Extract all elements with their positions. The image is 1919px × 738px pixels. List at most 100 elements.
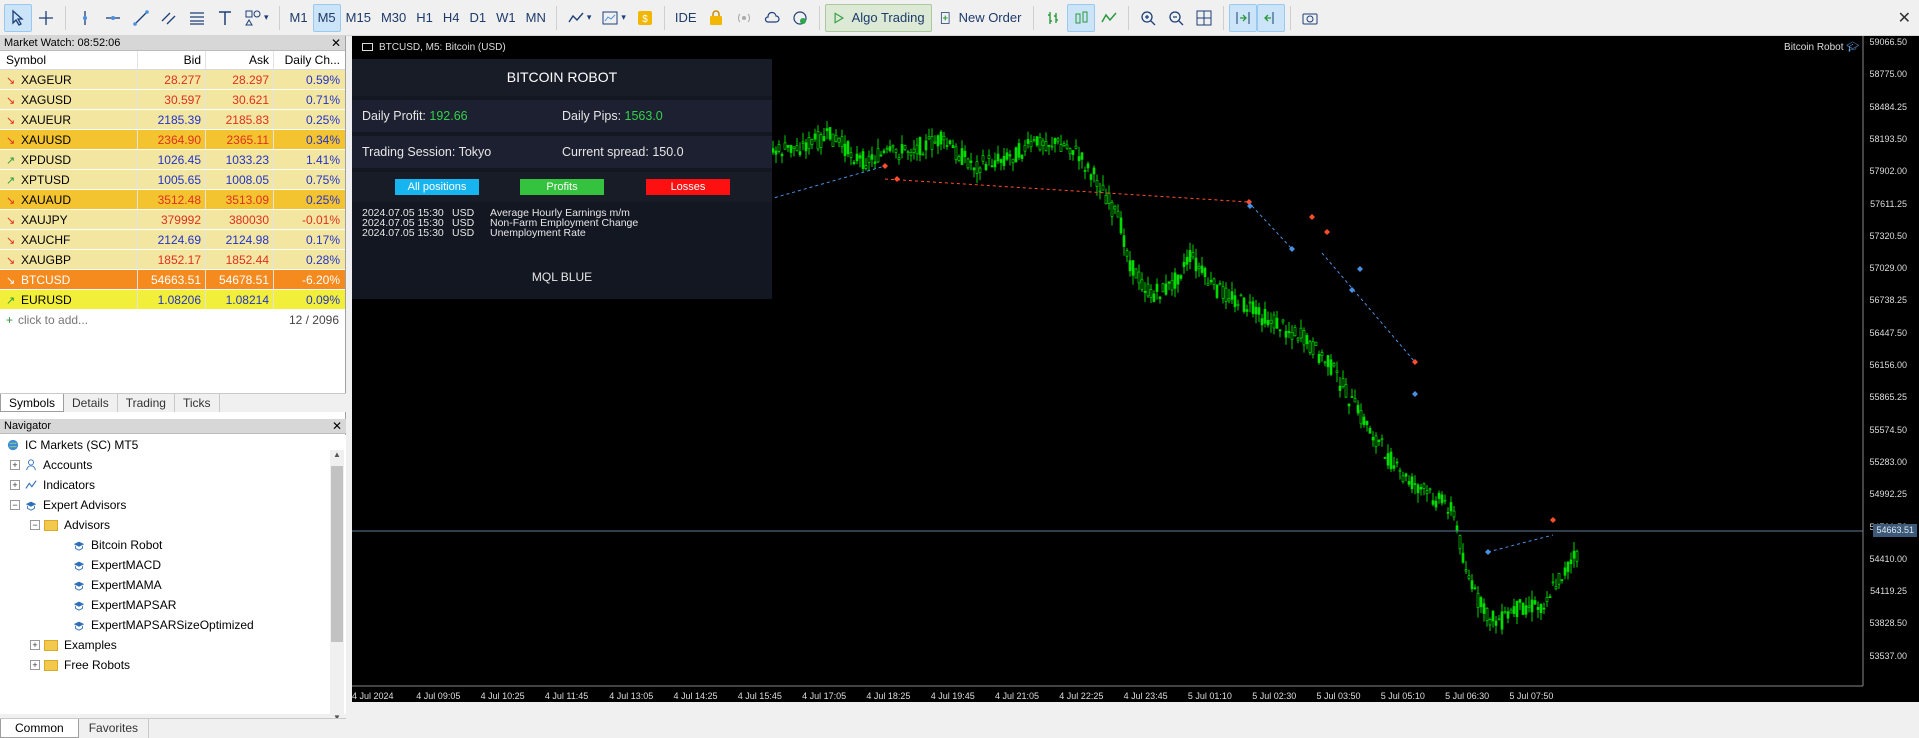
market-watch-row[interactable]: ↗ XPTUSD 1005.65 1008.05 0.75% [0, 170, 345, 190]
expand-icon[interactable]: + [30, 640, 40, 650]
symbol-name: XAUAUD [21, 193, 72, 207]
collapse-icon[interactable]: − [10, 500, 20, 510]
profits-button[interactable]: Profits [520, 179, 604, 195]
price-axis[interactable]: 59066.50 58775.00 58484.25 58193.50 57902.00… [1863, 36, 1919, 702]
market-watch-row[interactable]: ↗ EURUSD 1.08206 1.08214 0.09% [0, 290, 345, 310]
timeframe-m5[interactable]: M5 [312, 3, 341, 32]
tab-details[interactable]: Details [64, 394, 118, 412]
tree-item-free-robots-folder[interactable]: + Free Robots [0, 655, 346, 675]
trade-marker-buy[interactable] [1485, 549, 1491, 555]
vps-icon[interactable] [786, 4, 814, 32]
tree-item-expert[interactable]: ExpertMAPSARSizeOptimized [0, 615, 346, 635]
zoom-in-icon[interactable] [1134, 4, 1162, 32]
all-positions-button[interactable]: All positions [395, 179, 479, 195]
trade-marker-sell[interactable] [1324, 229, 1330, 235]
timeframe-m15[interactable]: M15 [341, 4, 376, 32]
expand-icon[interactable]: + [10, 480, 20, 490]
market-watch-row[interactable]: ↘ XAGUSD 30.597 30.621 0.71% [0, 90, 345, 110]
tile-windows-icon[interactable] [1190, 4, 1218, 32]
timeframe-m30[interactable]: M30 [376, 4, 411, 32]
column-header-ask[interactable]: Ask [206, 51, 274, 69]
timeframe-w1[interactable]: W1 [491, 4, 521, 32]
expand-icon[interactable]: + [10, 460, 20, 470]
tree-item-expert[interactable]: ExpertMACD [0, 555, 346, 575]
bar-chart-icon[interactable] [1039, 4, 1067, 32]
tree-root-broker[interactable]: IC Markets (SC) MT5 [0, 435, 346, 455]
timeframe-mn[interactable]: MN [521, 4, 551, 32]
tab-common[interactable]: Common [0, 719, 79, 738]
market-watch-row[interactable]: ↘ XAUCHF 2124.69 2124.98 0.17% [0, 230, 345, 250]
text-tool-button[interactable] [211, 4, 239, 32]
collapse-icon[interactable]: − [30, 520, 40, 530]
losses-button[interactable]: Losses [646, 179, 730, 195]
cursor-tool-button[interactable] [4, 3, 32, 32]
timeframe-h4[interactable]: H4 [438, 4, 465, 32]
tab-ticks[interactable]: Ticks [175, 394, 220, 412]
market-watch-row[interactable]: ↘ XAUAUD 3512.48 3513.09 0.25% [0, 190, 345, 210]
market-watch-row[interactable]: ↗ XPDUSD 1026.45 1033.23 1.41% [0, 150, 345, 170]
tree-item-expert-advisors[interactable]: − Expert Advisors [0, 495, 346, 515]
market-watch-row[interactable]: ↘ XAUEUR 2185.39 2185.83 0.25% [0, 110, 345, 130]
candlestick-chart-icon[interactable] [1067, 3, 1096, 32]
market-watch-row[interactable]: ↘ BTCUSD 54663.51 54678.51 -6.20% [0, 270, 345, 290]
close-icon[interactable]: ✕ [1898, 8, 1911, 28]
scrollbar-thumb[interactable] [331, 466, 343, 642]
time-tick-label: 4 Jul 23:45 [1123, 691, 1168, 701]
market-icon[interactable]: $ [631, 4, 659, 32]
chart-shift-icon[interactable] [1257, 3, 1286, 32]
new-order-button[interactable]: New Order [932, 4, 1029, 32]
close-icon[interactable]: ✕ [332, 419, 342, 434]
templates-menu-icon[interactable]: ▾ [596, 4, 631, 32]
tree-item-examples-folder[interactable]: + Examples [0, 635, 346, 655]
tree-item-indicators[interactable]: + Indicators [0, 475, 346, 495]
add-symbol-row[interactable]: + click to add... 12 / 2096 [0, 310, 345, 330]
ide-button[interactable]: IDE [670, 4, 702, 32]
close-icon[interactable]: ✕ [331, 36, 341, 51]
signal-icon[interactable] [730, 4, 758, 32]
shapes-tool-button[interactable]: ▾ [239, 4, 274, 32]
line-chart-icon[interactable] [1095, 4, 1123, 32]
column-header-change[interactable]: Daily Ch... [274, 51, 344, 69]
algo-trading-button[interactable]: Algo Trading [824, 3, 932, 32]
tab-favorites[interactable]: Favorites [79, 719, 150, 738]
trade-marker-sell[interactable] [1550, 517, 1556, 523]
market-watch-row[interactable]: ↘ XAUJPY 379992 380030 -0.01% [0, 210, 345, 230]
trade-marker-sell[interactable] [1309, 214, 1315, 220]
market-watch-row[interactable]: ↘ XAUGBP 1852.17 1852.44 0.28% [0, 250, 345, 270]
trade-marker-buy[interactable] [1357, 266, 1363, 272]
vertical-line-tool-button[interactable] [71, 4, 99, 32]
tree-item-advisors-folder[interactable]: − Advisors [0, 515, 346, 535]
timeframe-m1[interactable]: M1 [285, 4, 313, 32]
cloud-icon[interactable] [758, 4, 786, 32]
autoscroll-icon[interactable] [1229, 3, 1258, 32]
chart-menu-icon[interactable] [362, 43, 373, 51]
screenshot-icon[interactable] [1296, 4, 1324, 32]
horizontal-line-tool-button[interactable] [99, 4, 127, 32]
indicators-menu-icon[interactable]: ▾ [562, 4, 597, 32]
tab-symbols[interactable]: Symbols [0, 394, 65, 412]
market-watch-row[interactable]: ↘ XAUUSD 2364.90 2365.11 0.34% [0, 130, 345, 150]
lock-icon[interactable] [702, 4, 730, 32]
column-header-bid[interactable]: Bid [138, 51, 206, 69]
trade-marker-sell[interactable] [894, 176, 900, 182]
trade-marker-sell[interactable] [882, 163, 888, 169]
zoom-out-icon[interactable] [1162, 4, 1190, 32]
tab-trading[interactable]: Trading [118, 394, 175, 412]
crosshair-tool-button[interactable] [32, 4, 60, 32]
trade-marker-buy[interactable] [1412, 391, 1418, 397]
navigator-scrollbar[interactable]: ▲▼ [330, 450, 344, 722]
market-watch-row[interactable]: ↘ XAGEUR 28.277 28.297 0.59% [0, 70, 345, 90]
trade-marker-buy[interactable] [1349, 287, 1355, 293]
timeframe-h1[interactable]: H1 [411, 4, 438, 32]
column-header-symbol[interactable]: Symbol [0, 51, 138, 69]
timeframe-d1[interactable]: D1 [465, 4, 492, 32]
candle-body [771, 148, 775, 153]
fibonacci-tool-button[interactable] [183, 4, 211, 32]
tree-item-expert[interactable]: Bitcoin Robot [0, 535, 346, 555]
tree-item-expert[interactable]: ExpertMAPSAR [0, 595, 346, 615]
tree-item-expert[interactable]: ExpertMAMA [0, 575, 346, 595]
expand-icon[interactable]: + [30, 660, 40, 670]
channel-tool-button[interactable] [155, 4, 183, 32]
trendline-tool-button[interactable] [127, 4, 155, 32]
tree-item-accounts[interactable]: + Accounts [0, 455, 346, 475]
